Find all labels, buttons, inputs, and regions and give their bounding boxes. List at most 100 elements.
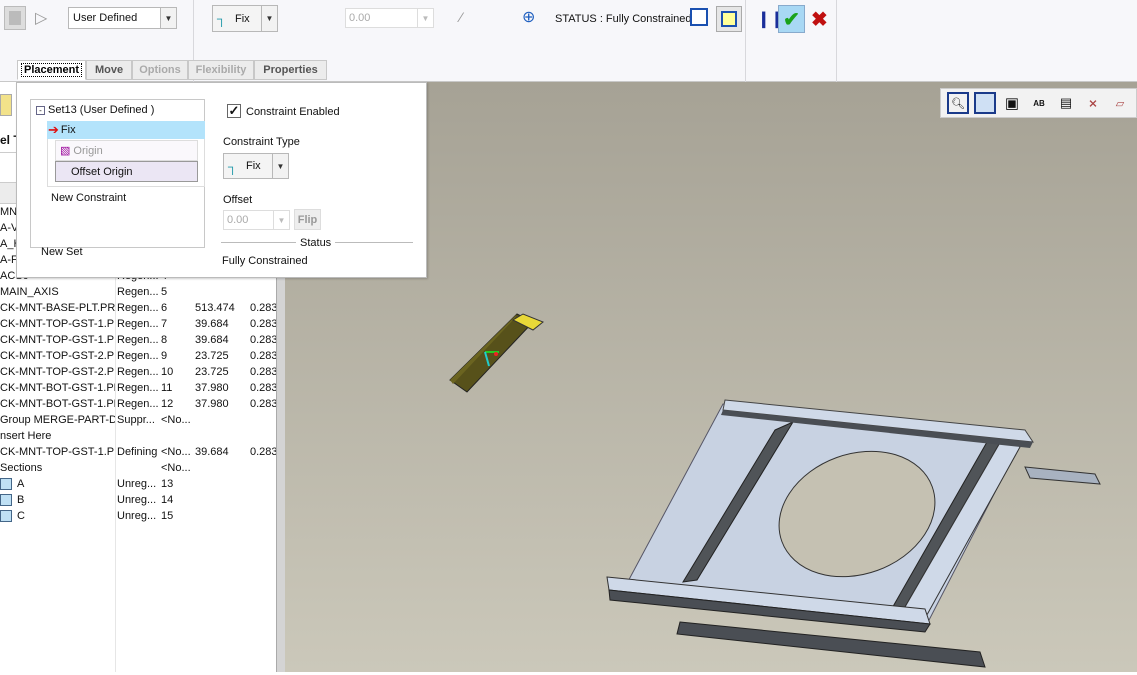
tree-cell-status: Regen...	[117, 334, 159, 346]
chevron-down-icon: ▼	[160, 8, 176, 28]
tree-cell-num: 11	[161, 382, 173, 394]
tree-row[interactable]: CK-MNT-TOP-GST-1.PRTRegen...8 39.684 0.283	[0, 333, 276, 349]
separate-window-icon[interactable]	[690, 8, 708, 26]
constraint-type-select[interactable]: ┐ Fix ▼	[223, 153, 289, 179]
tree-cell-status: Regen...	[117, 382, 159, 394]
view-manager-icon[interactable]: ▤	[1055, 92, 1077, 114]
tree-row[interactable]: A Unreg... 13	[0, 477, 276, 493]
set-type-dropdown[interactable]: User Defined ▼	[68, 7, 177, 29]
constraint-enabled-checkbox[interactable]: ✓	[227, 104, 241, 118]
tree-row[interactable]: B Unreg... 14	[0, 493, 276, 509]
flip-button[interactable]: Flip	[294, 209, 321, 230]
tree-cell-status: Unreg...	[117, 478, 157, 490]
tree-cell-v1: 39.684	[195, 318, 229, 330]
offset-dropdown[interactable]: 0.00 ▼	[345, 8, 434, 28]
view-toolbar: 🔍︎ ▣ AB ▤ ⨯ ▱	[940, 88, 1137, 118]
tree-cell-v1: 39.684	[195, 334, 229, 346]
tree-cell-name: CK-MNT-BOT-GST-1.PRT	[0, 382, 115, 394]
tree-row[interactable]: CK-MNT-TOP-GST-1.PF Defining <No... 39.684 0…	[0, 445, 276, 461]
new-constraint-link[interactable]: New Constraint	[51, 192, 126, 204]
display-style-icon[interactable]: ▣	[1001, 92, 1023, 114]
tree-cell-v1: 37.980	[195, 398, 229, 410]
tree-row[interactable]: Group MERGE-PART-DC Suppr... <No...	[0, 413, 276, 429]
tree-row[interactable]: CK-MNT-BOT-GST-1.PRTRegen...12 37.980 0.28…	[0, 397, 276, 413]
tab-move[interactable]: Move	[86, 60, 132, 80]
tree-cell-num: 14	[161, 494, 174, 506]
tree-cell-num: 6	[161, 302, 168, 314]
reference-offset-origin[interactable]: Offset Origin	[55, 161, 198, 182]
tree-row[interactable]: CK-MNT-TOP-GST-1.PRTRegen...7 39.684 0.283	[0, 317, 276, 333]
constraint-type-label: Constraint Type	[223, 136, 300, 148]
tree-row[interactable]: C Unreg... 15	[0, 509, 276, 525]
tree-cell-name: A	[17, 478, 25, 490]
dashboard-toolbar: ▷ User Defined ▼ ┐ Fix ▼ 0.00 ▼ ⁄ ⊕ STATUS…	[0, 0, 1137, 82]
placement-panel: - Set13 (User Defined ) ➔ Fix ▧ Origin Offs…	[16, 82, 427, 278]
ok-button[interactable]: ✔	[778, 5, 805, 33]
tree-cell-status: Regen...	[117, 350, 159, 362]
tree-cell-name: MAIN_AXIS	[0, 286, 59, 298]
chevron-down-icon: ▼	[272, 154, 288, 178]
tree-cell-v2: 0.283	[250, 302, 276, 314]
new-set-link[interactable]: New Set	[41, 246, 83, 258]
tree-cell-name: nsert Here	[0, 430, 52, 442]
tree-row[interactable]: nsert Here	[0, 429, 276, 445]
set-item[interactable]: - Set13 (User Defined )	[36, 104, 154, 116]
offset-value: 0.00	[227, 214, 249, 226]
tree-cell-status: Regen...	[117, 302, 159, 314]
saved-views-icon[interactable]: AB	[1028, 92, 1050, 114]
arrow-right-icon: ➔	[48, 122, 59, 137]
tree-cell-num: 13	[161, 478, 174, 490]
tree-cell-v2: 0.283	[250, 382, 276, 394]
chevron-down-icon: ▼	[261, 6, 277, 31]
tree-cell-name: Group MERGE-PART-DC	[0, 414, 115, 426]
tree-cell-num: <No...	[161, 462, 191, 474]
flip-icon[interactable]: ⁄	[460, 9, 462, 25]
set-type-value: User Defined	[73, 12, 138, 24]
tree-row[interactable]: CK-MNT-BOT-GST-1.PRTRegen...11 37.980 0.28…	[0, 381, 276, 397]
tree-row[interactable]: MAIN_AXIS Regen... 5	[0, 285, 276, 301]
tree-cell-num: 12	[161, 398, 174, 410]
cancel-button[interactable]: ✖	[811, 7, 828, 32]
component-icon[interactable]	[4, 6, 26, 30]
settings-icon[interactable]	[0, 94, 12, 116]
tree-cell-v1: 39.684	[195, 446, 229, 458]
tree-row[interactable]: CK-MNT-TOP-GST-2.PRTRegen...9 23.725 0.283	[0, 349, 276, 365]
tree-cell-num: <No...	[161, 446, 191, 458]
application-window-icon[interactable]	[716, 6, 742, 32]
divider	[335, 242, 413, 243]
tree-cell-v2: 0.283	[250, 334, 276, 346]
tree-cell-name: CK-MNT-TOP-GST-1.PRT	[0, 334, 115, 346]
zoom-window-icon[interactable]	[974, 92, 996, 114]
spin-center-icon[interactable]: ▱	[1109, 92, 1131, 114]
tab-flexibility[interactable]: Flexibility	[188, 60, 254, 80]
set-label: Set13 (User Defined )	[48, 104, 155, 116]
tab-label: Options	[139, 64, 181, 76]
tree-cell-num: 7	[161, 318, 168, 330]
assembly-icon: ▧	[60, 145, 71, 157]
tab-options[interactable]: Options	[132, 60, 188, 80]
tree-row[interactable]: CK-MNT-BASE-PLT.PRT Regen... 6 513.474 0.283	[0, 301, 276, 317]
fix-icon: ┐	[217, 11, 227, 26]
move-icon[interactable]: ⊕	[522, 7, 535, 27]
tree-cell-v2: 0.283	[250, 366, 276, 378]
tree-cell-status: Regen...	[117, 366, 159, 378]
reference-origin[interactable]: ▧ Origin	[55, 140, 198, 161]
status-heading: Status	[300, 237, 332, 249]
tree-cell-name: CK-MNT-BASE-PLT.PRT	[0, 302, 115, 314]
tree-cell-name: CK-MNT-TOP-GST-2.PRT	[0, 350, 115, 362]
collapse-icon[interactable]: -	[36, 106, 45, 115]
constraint-item-fix[interactable]: ➔ Fix	[47, 121, 205, 139]
refit-icon[interactable]: 🔍︎	[947, 92, 969, 114]
moving-part[interactable]	[449, 313, 544, 393]
tab-placement[interactable]: Placement	[17, 60, 86, 80]
tab-properties[interactable]: Properties	[254, 60, 327, 80]
compass-icon[interactable]: ▷	[35, 8, 47, 28]
constraint-type-dropdown[interactable]: ┐ Fix ▼	[212, 5, 278, 32]
tree-row[interactable]: CK-MNT-TOP-GST-2.PRTRegen...10 23.725 0.28…	[0, 365, 276, 381]
tab-label: Move	[94, 64, 124, 76]
datum-display-icon[interactable]: ⨯	[1082, 92, 1104, 114]
constraint-enabled-label: Constraint Enabled	[246, 106, 340, 118]
tree-row[interactable]: Sections <No...	[0, 461, 276, 477]
offset-input[interactable]: 0.00 ▼	[223, 210, 290, 230]
tree-cell-v2: 0.283	[250, 350, 276, 362]
